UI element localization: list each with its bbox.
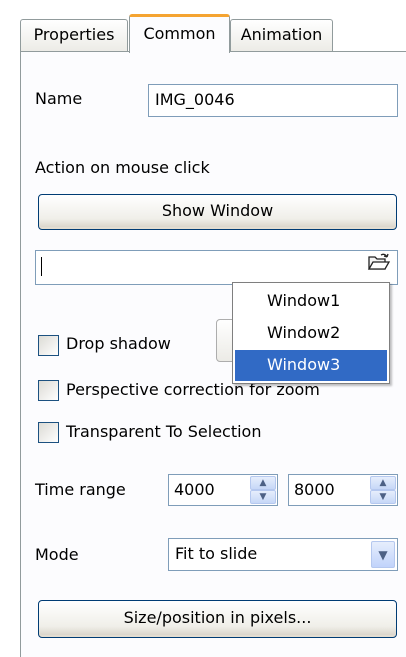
name-field[interactable]: IMG_0046: [148, 84, 398, 117]
mode-select[interactable]: Fit to slide ▼: [168, 538, 398, 571]
time-range-label: Time range: [35, 480, 126, 499]
chevron-down-icon[interactable]: ▼: [371, 541, 395, 568]
browse-button[interactable]: [365, 252, 393, 282]
drop-shadow-checkbox[interactable]: [38, 335, 59, 356]
window-option-3[interactable]: Window3: [235, 350, 387, 381]
time-start-value: 4000: [174, 480, 215, 499]
window-option-2[interactable]: Window2: [235, 318, 387, 349]
time-start-spin-buttons[interactable]: ▲ ▼: [250, 476, 276, 504]
time-end-value: 8000: [294, 480, 335, 499]
spin-up-icon[interactable]: ▲: [370, 476, 396, 490]
folder-open-icon: [367, 252, 391, 282]
time-end-spin-buttons[interactable]: ▲ ▼: [370, 476, 396, 504]
transparent-checkbox[interactable]: [38, 422, 59, 443]
spin-down-icon[interactable]: ▼: [250, 490, 276, 504]
target-window-field[interactable]: [35, 250, 398, 285]
window-list-popup: Window1 Window2 Window3: [232, 282, 390, 384]
name-label: Name: [35, 89, 83, 108]
tab-animation[interactable]: Animation: [230, 19, 333, 52]
tab-properties[interactable]: Properties: [20, 19, 128, 52]
spin-down-icon[interactable]: ▼: [370, 490, 396, 504]
action-label: Action on mouse click: [35, 158, 210, 177]
window-option-1[interactable]: Window1: [235, 286, 387, 317]
text-cursor: [41, 257, 42, 276]
mode-label: Mode: [35, 545, 79, 564]
transparent-label: Transparent To Selection: [66, 422, 262, 441]
tab-common[interactable]: Common: [129, 14, 230, 53]
drop-shadow-label: Drop shadow: [66, 334, 171, 353]
mode-value: Fit to slide: [175, 544, 258, 563]
time-start-spinner[interactable]: 4000 ▲ ▼: [168, 474, 278, 506]
show-window-button[interactable]: Show Window: [38, 194, 397, 230]
perspective-checkbox[interactable]: [38, 380, 59, 401]
properties-window: Properties Common Animation Name IMG_004…: [0, 0, 406, 657]
time-end-spinner[interactable]: 8000 ▲ ▼: [288, 474, 398, 506]
size-position-button[interactable]: Size/position in pixels...: [38, 600, 397, 638]
spin-up-icon[interactable]: ▲: [250, 476, 276, 490]
